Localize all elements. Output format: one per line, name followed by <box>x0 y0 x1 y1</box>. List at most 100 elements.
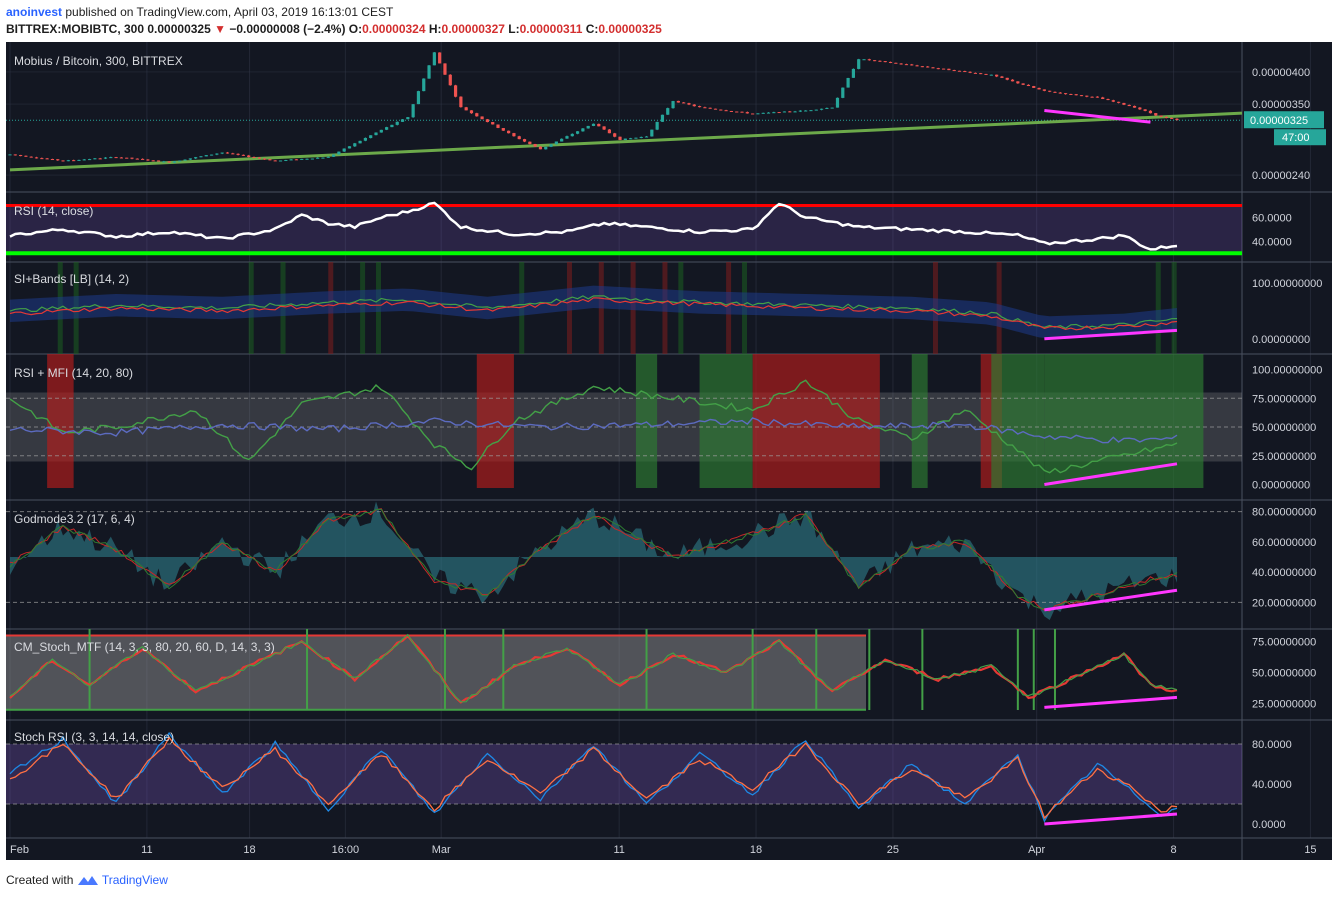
high-label: H: <box>428 22 442 36</box>
mfi-highlight-bar <box>991 354 1045 488</box>
x-tick-label: Apr <box>1028 844 1045 856</box>
candle-body <box>793 111 797 113</box>
candle-body <box>167 161 171 163</box>
candle-body <box>745 112 749 114</box>
candle-body <box>1079 95 1084 97</box>
candle-body <box>209 154 214 156</box>
candle-body <box>629 138 633 140</box>
published-text: published on TradingView.com, April 03, … <box>65 5 394 19</box>
candle-body <box>1117 101 1121 103</box>
candle-body <box>1164 116 1168 118</box>
high-value: 0.00000327 <box>441 22 505 36</box>
candle-body <box>1095 96 1100 98</box>
pane-title-price: Mobius / Bitcoin, 300, BITTREX <box>14 54 183 68</box>
candle-body <box>395 121 399 125</box>
candle-body <box>501 128 505 131</box>
candle-body <box>459 96 463 108</box>
candle-body <box>751 113 755 115</box>
author-link[interactable]: anoinvest <box>6 5 62 19</box>
x-tick-label: 11 <box>141 844 152 856</box>
divergence-line <box>1044 812 1178 826</box>
candle-body <box>66 160 70 162</box>
candle-body <box>682 102 686 104</box>
countdown-tag-label: 47:00 <box>1282 132 1310 144</box>
tradingview-link[interactable]: TradingView <box>102 873 168 887</box>
candle-body <box>528 141 532 145</box>
rsi-tick-label: 40.0000 <box>1252 236 1292 248</box>
candle-body <box>650 129 654 137</box>
candle-body <box>910 64 914 66</box>
close-label: C: <box>585 22 599 36</box>
candle-body <box>374 132 378 136</box>
candle-body <box>507 130 511 134</box>
candle-body <box>660 114 665 122</box>
candle-body <box>385 127 389 130</box>
si-tick-label: 0.00000000 <box>1252 334 1310 346</box>
open-value: 0.00000324 <box>362 22 426 36</box>
stoch-rsi-tick-label: 40.0000 <box>1252 779 1292 791</box>
candle-body <box>390 124 394 128</box>
candle-body <box>252 156 256 158</box>
candle-body <box>400 119 405 122</box>
price-tick-label: 0.00000350 <box>1252 99 1310 111</box>
godmode-tick-label: 20.00000000 <box>1252 597 1316 609</box>
candle-body <box>857 59 861 69</box>
candle-body <box>358 140 362 144</box>
candle-body <box>862 59 866 61</box>
candle-body <box>114 157 118 159</box>
open-label: O: <box>348 22 363 36</box>
change-value: −0.00000008 (−2.4%) <box>229 22 346 36</box>
candle-body <box>156 160 161 162</box>
pane-title-rsi-mfi: RSI + MFI (14, 20, 80) <box>14 366 134 380</box>
candle-body <box>278 160 283 162</box>
mfi-highlight-bar <box>752 354 880 488</box>
candle-body <box>984 73 988 75</box>
candle-body <box>989 74 993 76</box>
candle-body <box>326 156 330 158</box>
mfi-tick-label: 25.00000000 <box>1252 451 1316 463</box>
candle-body <box>1042 89 1046 91</box>
x-tick-label: Mar <box>432 844 451 856</box>
candle-body <box>438 52 442 64</box>
candle-body <box>522 139 527 142</box>
candle-body <box>45 158 49 160</box>
candle-body <box>321 157 325 159</box>
candle-body <box>920 66 924 68</box>
candle-body <box>979 73 983 75</box>
candle-body <box>809 110 813 112</box>
candle-body <box>666 108 670 115</box>
low-value: 0.00000311 <box>519 22 583 36</box>
candle-body <box>533 144 537 147</box>
candle-body <box>1143 109 1147 111</box>
candle-body <box>634 137 638 139</box>
candle-body <box>512 133 516 137</box>
chart-canvas[interactable]: Feb111816:00Mar111825Apr815220.000004000… <box>6 42 1332 860</box>
candle-body <box>363 137 367 141</box>
rsi-tick-label: 60.0000 <box>1252 212 1292 224</box>
candle-body <box>1074 94 1078 96</box>
mfi-tick-label: 100.00000000 <box>1252 365 1322 377</box>
candle-body <box>899 63 903 65</box>
stoch-rsi-tick-label: 80.0000 <box>1252 739 1292 751</box>
candle-body <box>1026 84 1031 87</box>
candle-body <box>1063 93 1068 95</box>
candle-body <box>1127 104 1131 107</box>
candle-body <box>247 155 251 158</box>
pane-title-cm-stoch: CM_Stoch_MTF (14, 3, 3, 80, 20, 60, D, 1… <box>14 640 275 654</box>
rsi-band <box>6 205 1242 254</box>
x-tick-label: 16:00 <box>332 844 360 856</box>
mfi-tick-label: 75.00000000 <box>1252 393 1316 405</box>
chart-area[interactable]: Feb111816:00Mar111825Apr815220.000004000… <box>6 42 1332 860</box>
candle-body <box>103 157 108 159</box>
candle-body <box>687 103 691 105</box>
x-tick-label: 18 <box>243 844 255 856</box>
x-tick-label: Feb <box>10 844 29 856</box>
candle-body <box>926 66 930 68</box>
candle-body <box>1085 95 1089 97</box>
mfi-tick-label: 50.00000000 <box>1252 422 1316 434</box>
candle-body <box>93 158 97 160</box>
candle-body <box>761 112 765 114</box>
candle-body <box>846 77 850 88</box>
candle-body <box>782 111 787 113</box>
pane-title-rsi: RSI (14, close) <box>14 204 94 218</box>
